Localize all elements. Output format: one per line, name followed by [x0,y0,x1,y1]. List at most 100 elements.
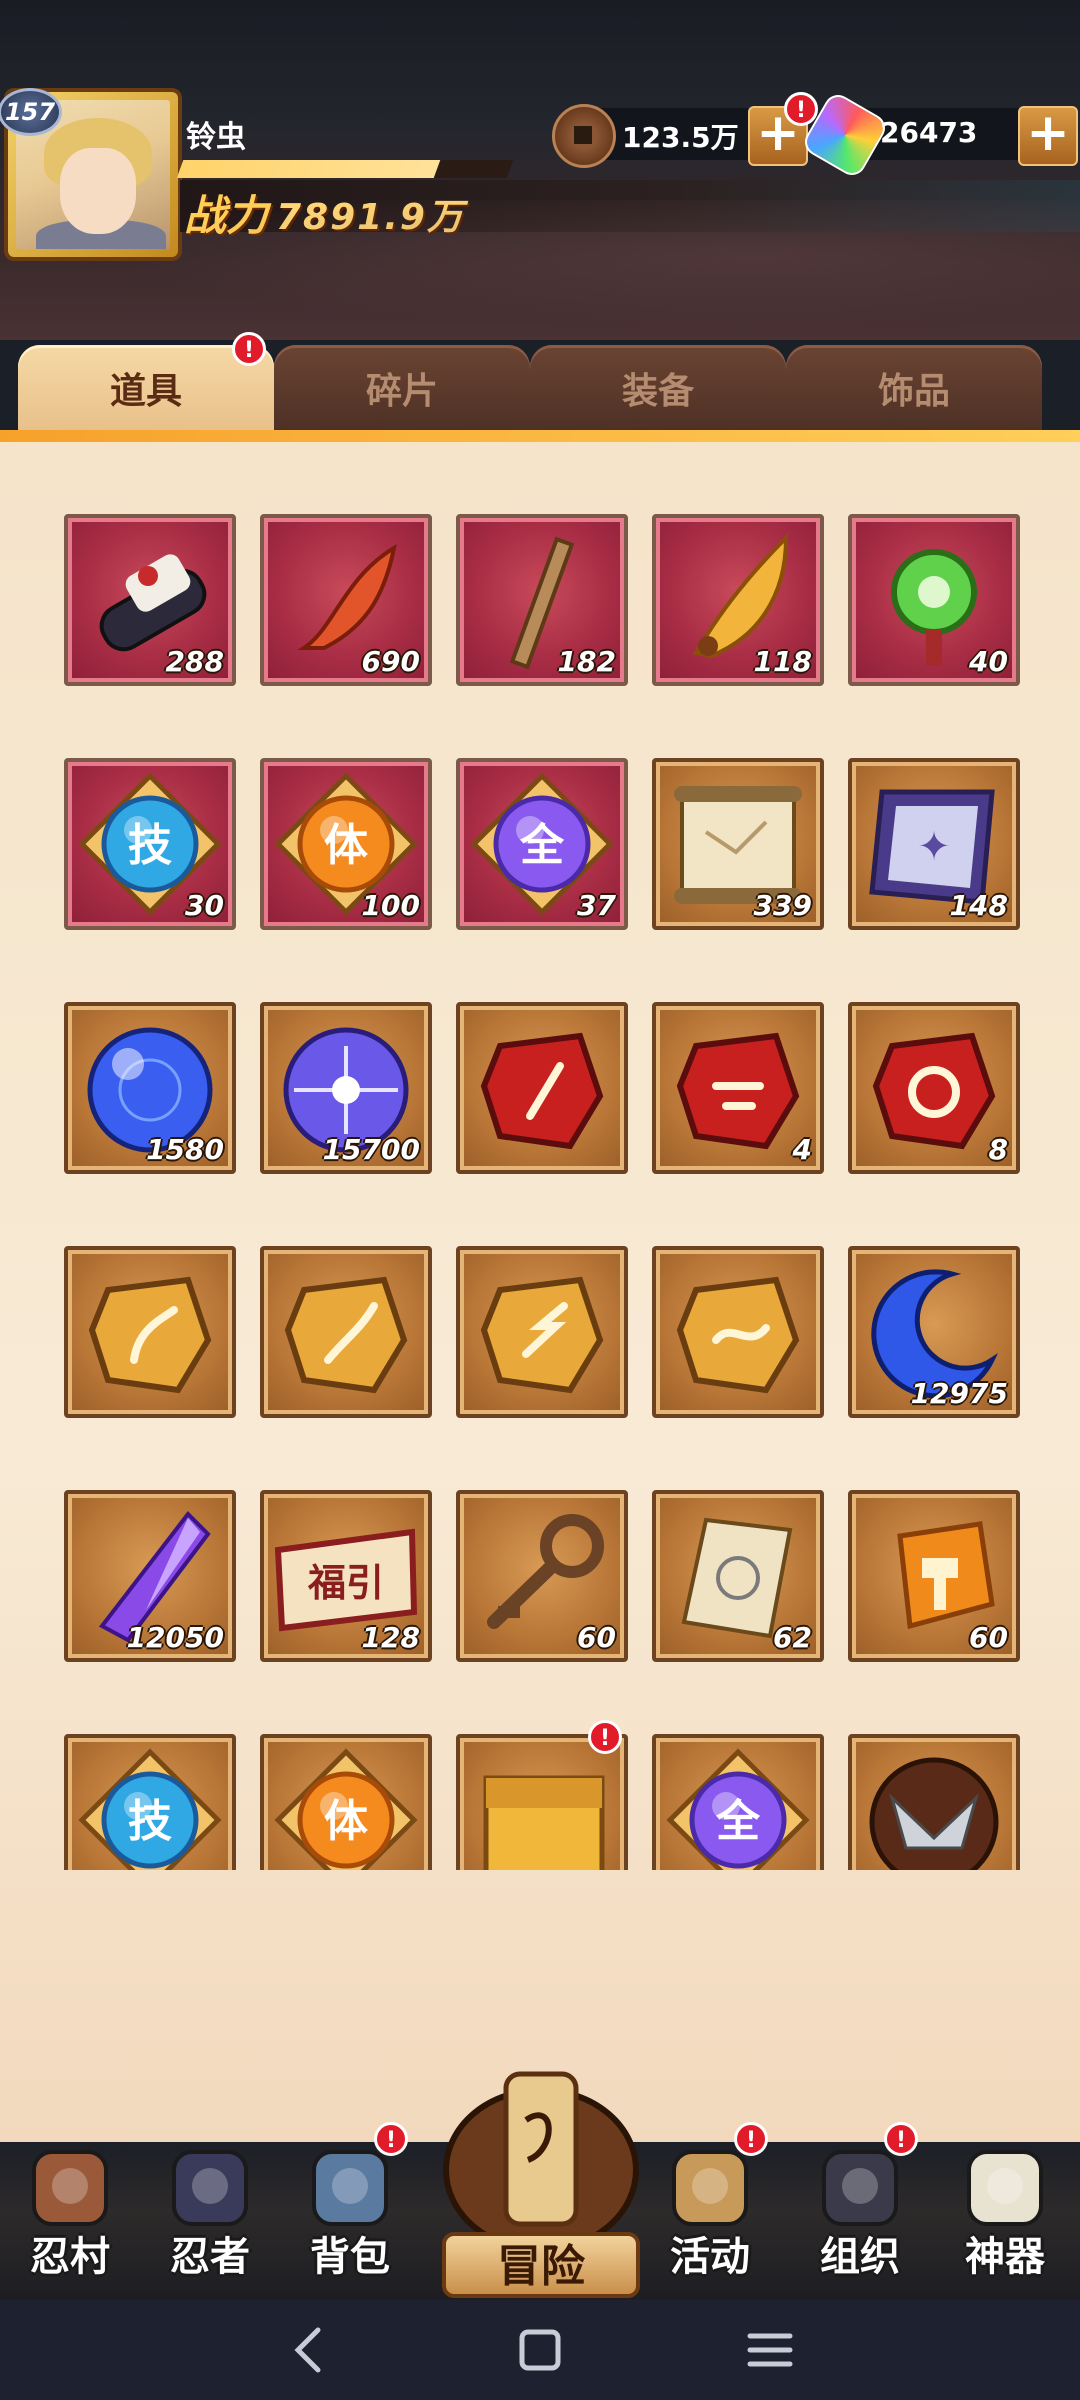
nav-alert-badge: ! [734,2122,768,2156]
item-slot[interactable]: 12975 [848,1246,1020,1418]
player-name: 铃虫 [186,120,246,155]
svg-text:体: 体 [324,820,368,871]
copper-alert-badge: ! [784,92,818,126]
item-slot[interactable]: 15700 [260,1002,432,1174]
item-count: 60 [577,1621,616,1654]
item-slot[interactable]: 全 37 [456,758,628,930]
winged-emblem-icon [869,1757,999,1870]
item-slot[interactable] [456,1002,628,1174]
item-slot[interactable]: 技 30 [64,758,236,930]
item-count: 690 [361,645,420,678]
item-slot[interactable]: 288 [64,514,236,686]
nav-drum[interactable]: 活动 [640,2142,780,2282]
back-icon[interactable] [280,2320,340,2380]
svg-text:福引: 福引 [307,1561,384,1605]
item-count: 30 [185,889,224,922]
item-count: 12975 [910,1377,1008,1410]
item-slot[interactable]: 8 [848,1002,1020,1174]
item-count: 12050 [126,1621,224,1654]
item-slot[interactable]: 体 100 [260,758,432,930]
nav-label: 背包 [310,2234,390,2280]
svg-text:技: 技 [128,820,172,871]
nav-village-gate[interactable]: 忍村 [0,2142,140,2282]
item-slot[interactable] [456,1246,628,1418]
item-slot[interactable]: 690 [260,514,432,686]
item-slot[interactable] [652,1246,824,1418]
item-slot[interactable] [260,1246,432,1418]
svg-text:体: 体 [324,1796,368,1847]
item-slot[interactable]: 118 [652,514,824,686]
nav-label: 组织 [820,2234,900,2280]
item-count: 182 [557,645,616,678]
item-slot[interactable]: 技 [64,1734,236,1870]
power-value: 7891.9万 [276,197,465,238]
gold-rune-horn-icon [88,1276,212,1394]
nav-label: 忍村 [30,2234,110,2280]
item-slot[interactable]: 4 [652,1002,824,1174]
drum-icon [672,2150,748,2226]
item-slot[interactable]: 全 [652,1734,824,1870]
item-slot[interactable] [848,1734,1020,1870]
item-count: 15700 [322,1133,420,1166]
item-slot[interactable]: 12050 [64,1490,236,1662]
items-tab-alert-badge: ! [232,332,266,366]
nav-ninja-head[interactable]: 忍者 [140,2142,280,2282]
adventure-scroll-icon [443,2071,639,2253]
artifact-scroll-icon [967,2150,1043,2226]
nav-backpack[interactable]: 背包 [280,2142,420,2282]
item-slot[interactable] [64,1246,236,1418]
add-gem-button[interactable]: + [1018,106,1078,166]
item-slot[interactable]: 体 [260,1734,432,1870]
item-slot[interactable]: 339 [652,758,824,930]
nav-adventure[interactable]: 冒险 [436,2060,646,2310]
nav-label: 活动 [670,2234,750,2280]
exp-bar-fill [176,160,441,178]
item-count: 4 [792,1133,812,1166]
body-orb-icon: 体 [274,1748,418,1870]
power-label: 战力 [184,191,269,240]
item-slot[interactable]: 60 [456,1490,628,1662]
gold-rune-bolt-icon [480,1276,604,1394]
item-slot[interactable] [456,1734,628,1870]
item-alert-badge: ! [588,1720,622,1754]
item-count: 1580 [146,1133,224,1166]
inventory-panel: 288 690 182 118 40 技 30 体 100 全 37 339 ✦ 148 1580 15… [0,442,1080,2142]
item-count: 37 [577,889,616,922]
item-slot[interactable]: 60 [848,1490,1020,1662]
tab-accessories[interactable]: 饰品 [786,345,1042,431]
nav-organization[interactable]: 组织 [790,2142,930,2282]
item-slot[interactable]: 182 [456,514,628,686]
nav-alert-badge: ! [884,2122,918,2156]
gold-rune-flame-icon [284,1276,408,1394]
svg-text:技: 技 [128,1796,172,1847]
item-count: 100 [361,889,420,922]
home-icon[interactable] [510,2320,570,2380]
backpack-icon [312,2150,388,2226]
item-slot[interactable]: 1580 [64,1002,236,1174]
nav-artifact-scroll[interactable]: 神器 [935,2142,1075,2282]
item-slot[interactable]: 40 [848,514,1020,686]
gem-value: 26473 [880,116,978,149]
copper-value: 123.5万 [622,121,739,154]
item-grid: 288 690 182 118 40 技 30 体 100 全 37 339 ✦ 148 1580 15… [0,442,1080,1870]
item-slot[interactable]: ✦ 148 [848,758,1020,930]
exp-bar [176,160,514,178]
gold-chest-icon [483,1775,605,1870]
system-nav-bar [0,2300,1080,2400]
svg-text:全: 全 [715,1796,761,1847]
tab-fragments[interactable]: 碎片 [274,345,530,431]
item-slot[interactable]: 62 [652,1490,824,1662]
header: 157 铃虫 战力 7891.9万 123.5万 + ! 26473 + [0,0,1080,340]
item-slot[interactable]: 福引 128 [260,1490,432,1662]
ninja-head-icon [172,2150,248,2226]
item-count: 288 [165,645,224,678]
item-count: 339 [753,889,812,922]
item-count: 40 [969,645,1008,678]
gold-rune-wave-icon [676,1276,800,1394]
village-gate-icon [32,2150,108,2226]
item-count: 148 [949,889,1008,922]
recents-icon[interactable] [740,2320,800,2380]
tab-equipment[interactable]: 装备 [530,345,786,431]
item-count: 128 [361,1621,420,1654]
svg-text:全: 全 [519,820,565,871]
